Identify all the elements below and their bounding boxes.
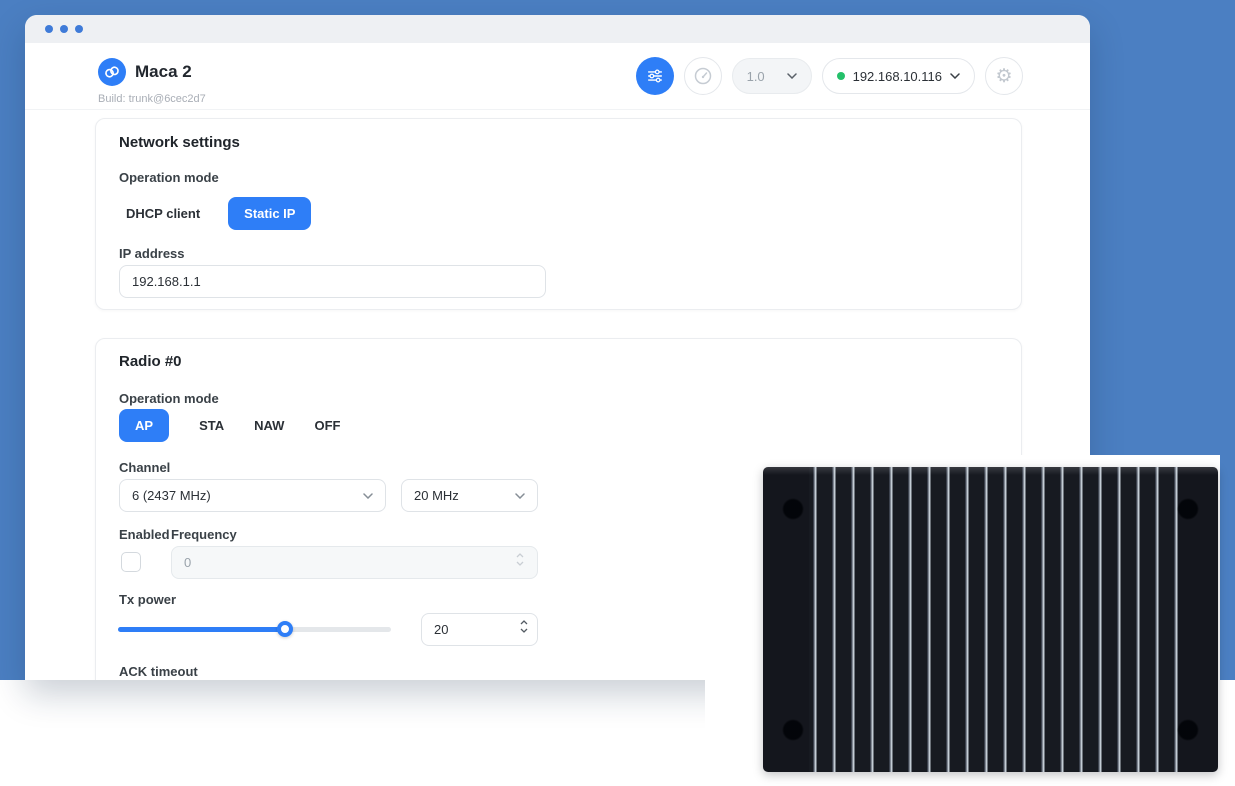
- chevron-down-icon: [515, 493, 525, 499]
- window-titlebar: [25, 15, 1090, 43]
- chevron-up-icon: [516, 553, 524, 558]
- heatsink-device-image: [763, 467, 1218, 772]
- mode-option-off[interactable]: OFF: [314, 418, 340, 433]
- channel-label: Channel: [119, 460, 170, 475]
- radio-card-title: Radio #0: [119, 353, 182, 370]
- version-select[interactable]: 1.0: [732, 58, 812, 94]
- tx-power-slider[interactable]: [118, 627, 391, 632]
- channel-select-value: 6 (2437 MHz): [132, 488, 211, 503]
- device-select[interactable]: 192.168.10.116: [822, 58, 975, 94]
- mode-option-ap-selected[interactable]: AP: [119, 409, 169, 442]
- frequency-label: Frequency: [171, 527, 237, 542]
- settings-button[interactable]: ⚙: [985, 57, 1023, 95]
- close-dot[interactable]: [45, 25, 53, 33]
- chevron-down-icon: [516, 561, 524, 566]
- device-select-value: 192.168.10.116: [853, 69, 942, 84]
- enabled-label: Enabled: [119, 527, 170, 542]
- ip-address-input[interactable]: [119, 265, 546, 298]
- mode-option-static-ip-selected[interactable]: Static IP: [228, 197, 311, 230]
- tx-power-slider-fill: [118, 627, 285, 632]
- frequency-input[interactable]: [171, 546, 538, 579]
- ip-address-label: IP address: [119, 246, 185, 261]
- infinity-link-icon: [103, 63, 121, 81]
- tune-button[interactable]: [636, 57, 674, 95]
- chevron-up-icon: [520, 620, 528, 625]
- network-operation-mode-label: Operation mode: [119, 170, 219, 185]
- chevron-down-icon: [787, 73, 797, 79]
- ack-timeout-label: ACK timeout: [119, 664, 198, 679]
- build-label: Build: trunk@6cec2d7: [98, 93, 206, 105]
- version-select-value: 1.0: [747, 69, 765, 84]
- page-title: Maca 2: [135, 62, 192, 82]
- minimize-dot[interactable]: [60, 25, 68, 33]
- online-status-dot: [837, 72, 845, 80]
- tx-power-slider-thumb[interactable]: [277, 621, 293, 637]
- chevron-down-icon: [950, 73, 960, 79]
- tx-power-label: Tx power: [119, 592, 176, 607]
- frequency-stepper[interactable]: [516, 553, 524, 566]
- radio-operation-mode-label: Operation mode: [119, 391, 219, 406]
- bandwidth-select[interactable]: 20 MHz: [401, 479, 538, 512]
- mode-option-dhcp-client[interactable]: DHCP client: [126, 206, 200, 221]
- traffic-light-dots[interactable]: [45, 25, 83, 33]
- maximize-dot[interactable]: [75, 25, 83, 33]
- gear-icon: ⚙: [995, 67, 1012, 86]
- tune-sliders-icon: [646, 67, 664, 85]
- gauge-icon: [693, 66, 713, 86]
- gauge-button[interactable]: [684, 57, 722, 95]
- mode-option-naw[interactable]: NAW: [254, 418, 284, 433]
- mode-option-sta[interactable]: STA: [199, 418, 224, 433]
- chevron-down-icon: [363, 493, 373, 499]
- channel-select[interactable]: 6 (2437 MHz): [119, 479, 386, 512]
- tx-power-stepper[interactable]: [520, 620, 528, 633]
- product-photo: [705, 455, 1220, 786]
- chevron-down-icon: [520, 628, 528, 633]
- app-header: Maca 2 Build: trunk@6cec2d7: [25, 43, 1090, 110]
- app-logo: [98, 58, 126, 86]
- enabled-checkbox[interactable]: [121, 552, 141, 572]
- network-settings-card: Network settings Operation mode DHCP cli…: [95, 118, 1022, 310]
- bandwidth-select-value: 20 MHz: [414, 488, 459, 503]
- network-card-title: Network settings: [119, 134, 240, 151]
